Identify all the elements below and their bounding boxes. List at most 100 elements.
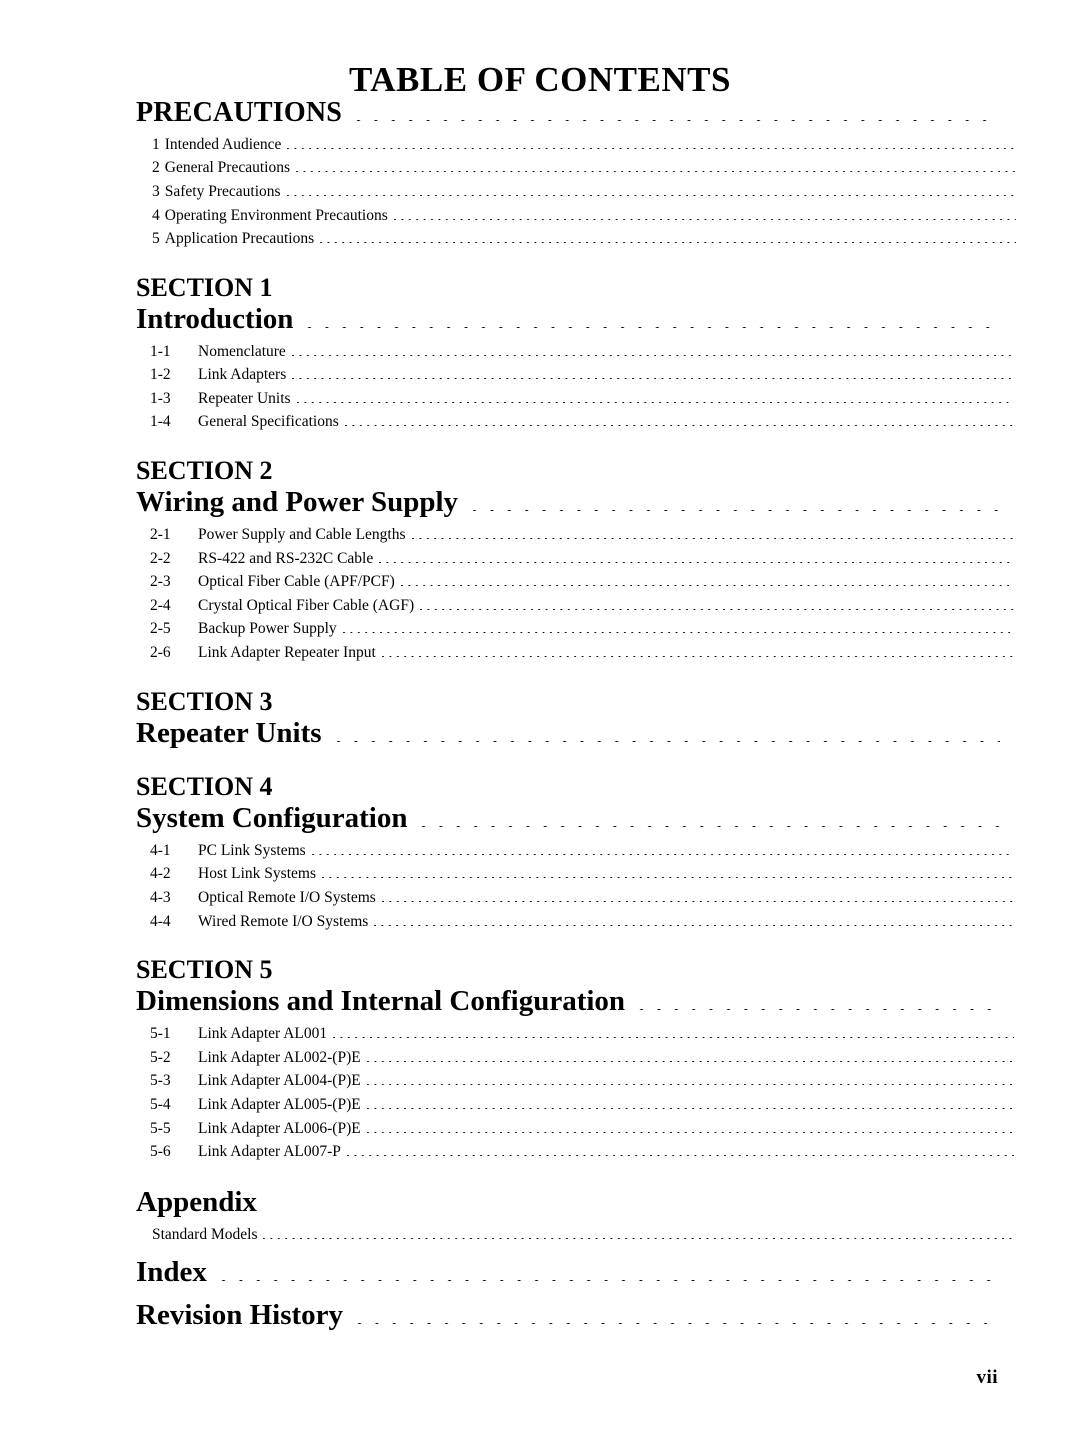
toc-heading-row[interactable]: Index xyxy=(136,1256,1000,1289)
toc-sub-label: Link Adapter Repeater Input xyxy=(198,643,376,661)
toc-sub-label: Optical Remote I/O Systems xyxy=(198,889,376,907)
toc-sub-entry[interactable]: 2 General Precautions xyxy=(136,156,1016,180)
toc-sub-entry[interactable]: 2-4 Crystal Optical Fiber Cable (AGF) xyxy=(136,594,1014,618)
toc-heading-label: System Configuration xyxy=(136,801,408,834)
toc-heading-label: Index xyxy=(136,1256,207,1289)
toc-sub-entry[interactable]: Standard Models xyxy=(136,1223,1016,1247)
toc-sub-number: 4 xyxy=(152,206,160,224)
toc-sub-label: Link Adapter AL001 xyxy=(198,1025,328,1043)
toc-sub-label: Link Adapter AL006-(P)E xyxy=(198,1119,361,1137)
toc-sub-entry[interactable]: 5-6 Link Adapter AL007-P xyxy=(136,1140,1014,1164)
leader-dots xyxy=(472,510,1000,512)
toc-sub-number: 5-4 xyxy=(150,1095,171,1113)
toc-heading-label: Dimensions and Internal Configuration xyxy=(136,985,626,1018)
table-of-contents: PRECAUTIONS 1 Intended Audience 2 General Pr… xyxy=(136,97,1016,1332)
toc-heading-row[interactable]: Wiring and Power Supply xyxy=(136,486,1000,519)
toc-heading-label: Introduction xyxy=(136,302,294,335)
toc-sub-list: 1 Intended Audience 2 General Precautions 3 S… xyxy=(136,133,1016,251)
toc-sub-entry[interactable]: 1-1 Nomenclature xyxy=(136,340,1014,364)
toc-sub-entry[interactable]: 1-4 General Specifications xyxy=(136,410,1014,434)
toc-heading-row[interactable]: Repeater Units xyxy=(136,717,1000,750)
leader-dots xyxy=(220,1280,1000,1282)
toc-sub-label: Link Adapter AL002-(P)E xyxy=(198,1048,361,1066)
toc-sub-entry[interactable]: 5-2 Link Adapter AL002-(P)E xyxy=(136,1046,1014,1070)
toc-heading-label: PRECAUTIONS xyxy=(136,97,343,128)
toc-sub-label: Optical Fiber Cable (APF/PCF) xyxy=(198,573,395,591)
toc-sub-label: Link Adapter AL007-P xyxy=(198,1143,341,1161)
toc-sub-number: 1-2 xyxy=(150,366,171,384)
toc-sub-label: General Precautions xyxy=(164,159,290,177)
leader-dots xyxy=(381,901,1014,903)
toc-sub-label: Safety Precautions xyxy=(164,183,281,200)
toc-sub-list: 5-1 Link Adapter AL001 5-2 Link Adapter AL0… xyxy=(136,1022,1014,1163)
leader-dots xyxy=(400,585,1014,587)
toc-heading-row[interactable]: Introduction xyxy=(136,303,1000,336)
toc-sub-number: 4-1 xyxy=(150,841,171,859)
leader-dots xyxy=(307,326,1000,328)
section-label: SECTION 2 xyxy=(136,456,273,486)
toc-sub-entry[interactable]: 2-5 Backup Power Supply xyxy=(136,617,1014,641)
toc-sub-entry[interactable]: 1-3 Repeater Units xyxy=(136,387,1014,411)
toc-sub-number: 2-4 xyxy=(150,596,171,614)
toc-sub-number: 1-4 xyxy=(150,413,171,431)
toc-sub-entry[interactable]: 2-2 RS-422 and RS-232C Cable xyxy=(136,547,1014,571)
toc-sub-entry[interactable]: 5-4 Link Adapter AL005-(P)E xyxy=(136,1093,1014,1117)
toc-sub-entry[interactable]: 4-1 PC Link Systems xyxy=(136,839,1014,863)
toc-sub-label: RS-422 and RS-232C Cable xyxy=(198,549,374,567)
toc-sub-label: Wired Remote I/O Systems xyxy=(198,912,369,930)
toc-sub-entry[interactable]: 4 Operating Environment Precautions xyxy=(136,204,1016,228)
page-number: vii xyxy=(976,1367,998,1388)
toc-sub-entry[interactable]: 3 Safety Precautions xyxy=(136,180,1016,204)
leader-dots xyxy=(411,538,1014,540)
toc-sub-entry[interactable]: 2-6 Link Adapter Repeater Input xyxy=(136,641,1014,665)
toc-sub-number: 4-3 xyxy=(150,889,171,907)
leader-dots xyxy=(381,655,1014,657)
toc-sub-entry[interactable]: 4-3 Optical Remote I/O Systems xyxy=(136,886,1014,910)
toc-sub-list: 1-1 Nomenclature 1-2 Link Adapters 1-3 Repeat… xyxy=(136,340,1014,434)
toc-sub-entry[interactable]: 2-1 Power Supply and Cable Lengths xyxy=(136,523,1014,547)
toc-sub-entry[interactable]: 5-5 Link Adapter AL006-(P)E xyxy=(136,1117,1014,1141)
toc-sub-label: Nomenclature xyxy=(198,342,286,360)
toc-heading-row[interactable]: Revision History xyxy=(136,1299,1000,1332)
leader-dots xyxy=(356,120,1000,121)
toc-heading-row[interactable]: PRECAUTIONS xyxy=(136,97,1000,129)
leader-dots xyxy=(296,401,1014,403)
leader-dots xyxy=(374,924,1014,926)
section-label: SECTION 4 xyxy=(136,771,273,801)
leader-dots xyxy=(291,354,1014,356)
toc-heading-row[interactable]: Appendix xyxy=(136,1186,1000,1219)
toc-sub-entry[interactable]: 4-2 Host Link Systems xyxy=(136,862,1014,886)
toc-sub-number: 2 xyxy=(152,159,160,177)
toc-sub-entry[interactable]: 1-2 Link Adapters xyxy=(136,363,1014,387)
toc-heading-label: Appendix xyxy=(136,1185,257,1218)
section-label: SECTION 5 xyxy=(136,955,273,985)
toc-sub-label: Application Precautions xyxy=(164,230,315,248)
section-label: SECTION 3 xyxy=(136,686,273,716)
leader-dots xyxy=(296,171,1016,173)
toc-sub-entry[interactable]: 5-3 Link Adapter AL004-(P)E xyxy=(136,1069,1014,1093)
toc-sub-entry[interactable]: 2-3 Optical Fiber Cable (APF/PCF) xyxy=(136,570,1014,594)
toc-sub-number: 4-4 xyxy=(150,912,171,930)
toc-sub-entry[interactable]: 5 Application Precautions xyxy=(136,227,1016,251)
toc-sub-entry[interactable]: 5-1 Link Adapter AL001 xyxy=(136,1022,1014,1046)
leader-dots xyxy=(366,1060,1014,1062)
toc-heading-row[interactable]: System Configuration xyxy=(136,802,1000,835)
toc-entry: SECTION 2 Wiring and Power Supply 2-1 Power… xyxy=(136,456,1014,664)
toc-sub-label: PC Link Systems xyxy=(198,841,306,859)
leader-dots xyxy=(342,632,1014,634)
toc-sub-number: 1-3 xyxy=(150,389,171,407)
toc-sub-entry[interactable]: 1 Intended Audience xyxy=(136,133,1016,157)
page-title: TABLE OF CONTENTS xyxy=(349,60,731,99)
leader-dots xyxy=(333,1037,1014,1039)
toc-sub-number: 5-2 xyxy=(150,1048,171,1066)
toc-heading-row[interactable]: Dimensions and Internal Configuration xyxy=(136,985,1000,1018)
toc-sub-label: Link Adapter AL005-(P)E xyxy=(198,1095,361,1113)
toc-sub-label: General Specifications xyxy=(198,413,339,431)
toc-sub-number: 5-1 xyxy=(150,1025,171,1043)
toc-entry: SECTION 1 Introduction 1-1 Nomenclature 1-2 L… xyxy=(136,273,1014,434)
toc-sub-entry[interactable]: 4-4 Wired Remote I/O Systems xyxy=(136,910,1014,934)
toc-sub-label: Backup Power Supply xyxy=(198,620,337,638)
